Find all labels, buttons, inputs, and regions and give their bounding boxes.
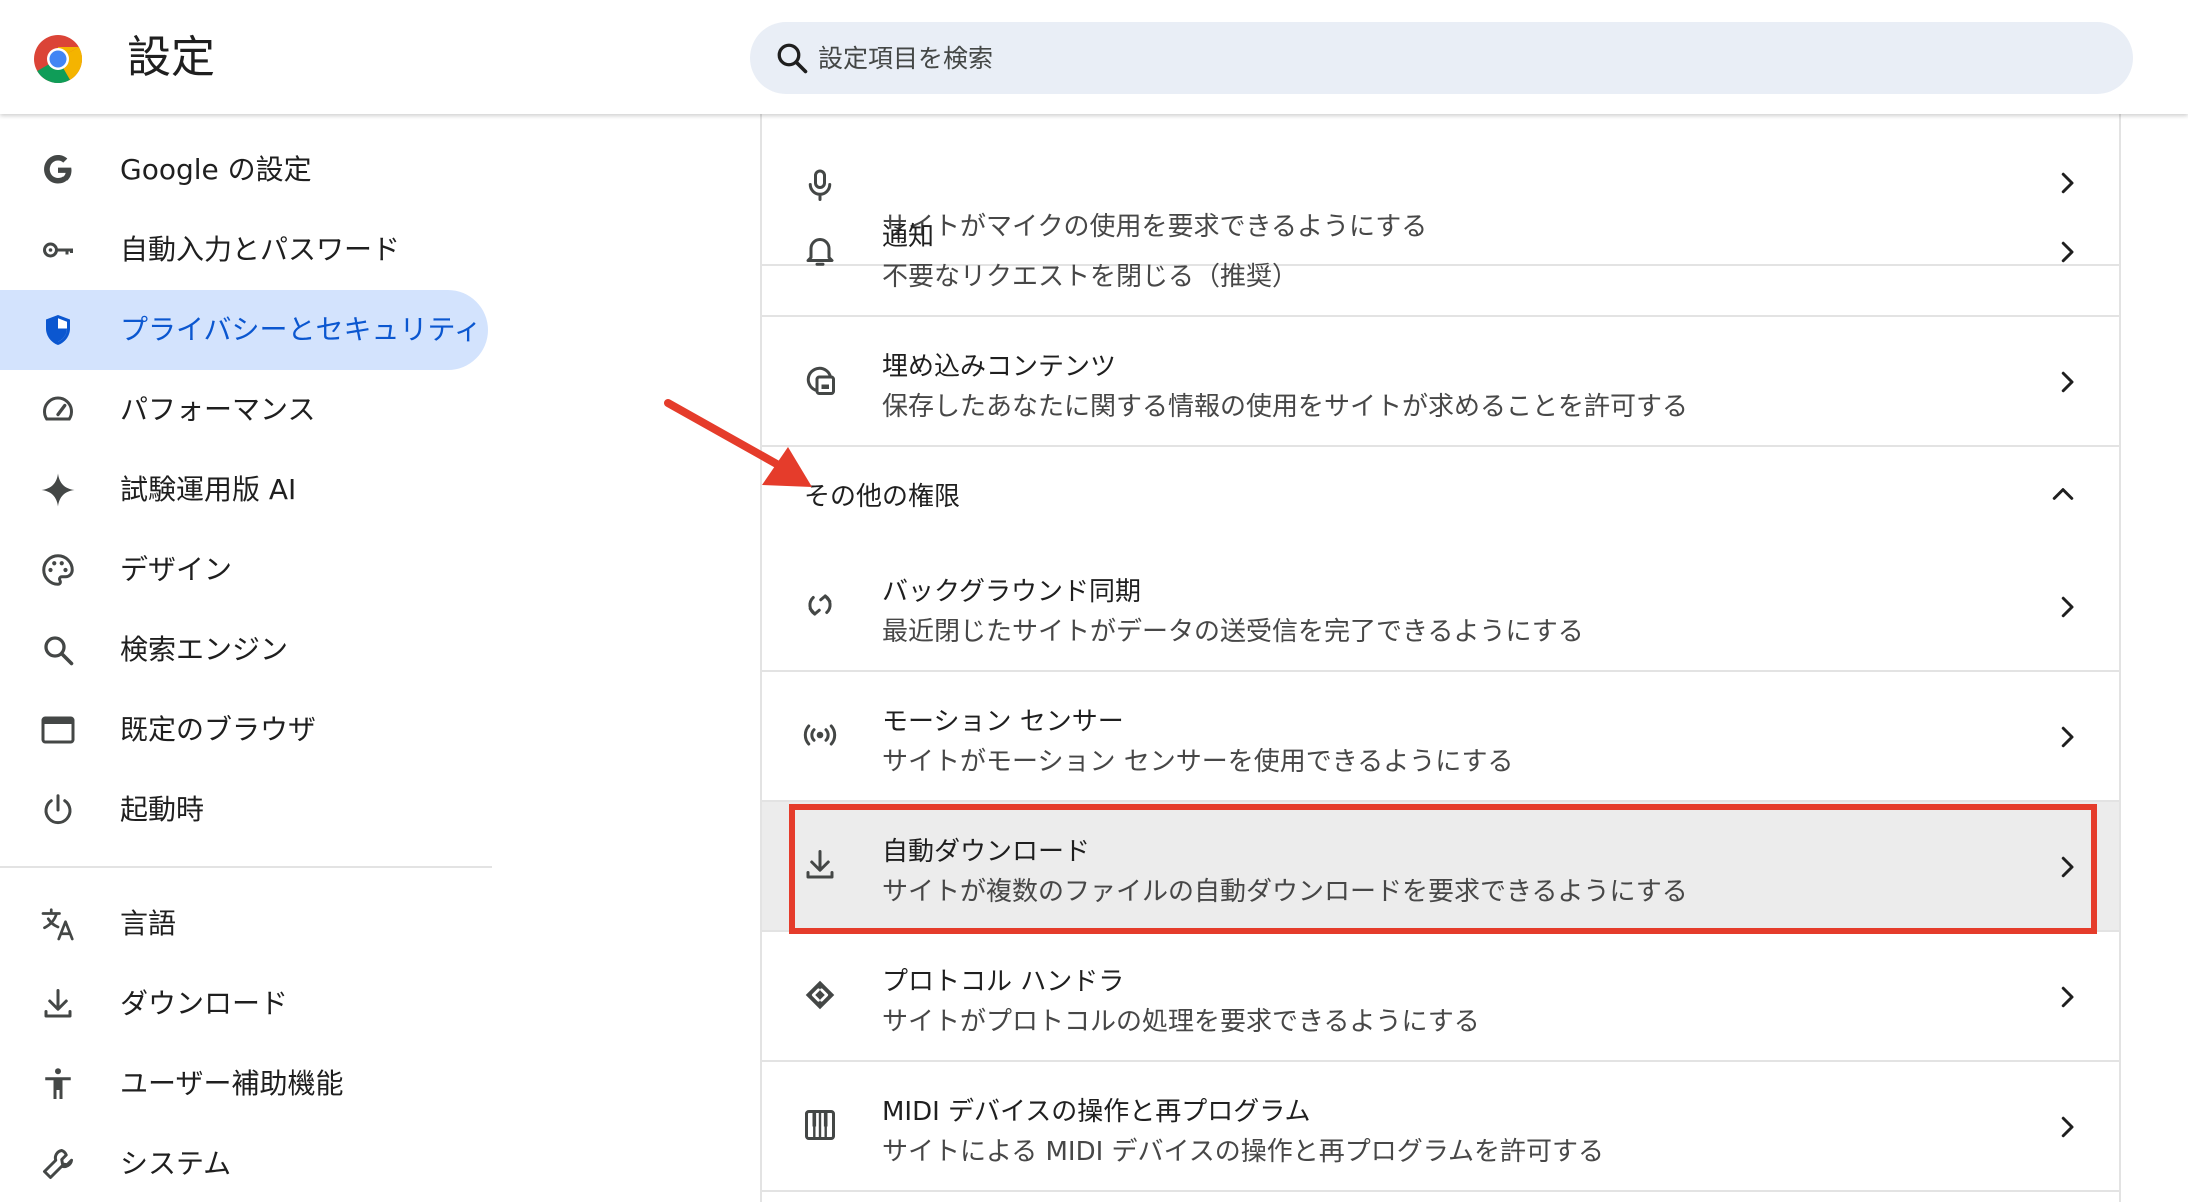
sidebar-item-label: プライバシーとセキュリティ xyxy=(120,313,482,346)
setting-row-subtitle: サイトがプロトコルの処理を要求できるようにする xyxy=(882,1007,1480,1037)
page-title: 設定 xyxy=(127,32,215,83)
chevron-up-icon xyxy=(2052,488,2074,500)
protocol-handler-icon xyxy=(805,980,835,1010)
search-icon xyxy=(44,636,74,666)
setting-row-midi-devices[interactable]: MIDI デバイスの操作と再プログラム サイトによる MIDI デバイスの操作と… xyxy=(762,1062,2119,1192)
sidebar-item-downloads[interactable]: ダウンロード xyxy=(0,964,488,1044)
shield-icon xyxy=(46,315,70,345)
piano-icon xyxy=(805,1110,835,1140)
setting-row-background-sync[interactable]: バックグラウンド同期 最近閉じたサイトがデータの送受信を完了できるようにする xyxy=(762,542,2119,672)
settings-sidebar: Google の設定 自動入力とパスワード プライバシーとセキュリティ パフォー… xyxy=(0,114,500,1202)
section-title: その他の権限 xyxy=(804,482,961,512)
speedometer-icon xyxy=(43,396,73,421)
setting-row-title: プロトコル ハンドラ xyxy=(882,967,1125,997)
setting-row-title: モーション センサー xyxy=(882,707,1124,737)
sidebar-item-label: 言語 xyxy=(120,907,177,940)
sensor-icon xyxy=(803,724,837,746)
sync-icon xyxy=(808,594,832,616)
chevron-right-icon xyxy=(2061,596,2074,618)
chrome-logo-icon xyxy=(34,35,83,84)
sidebar-item-label: Google の設定 xyxy=(120,153,312,186)
setting-row-subtitle: 不要なリクエストを閉じる（推奨） xyxy=(882,262,1299,292)
sidebar-divider xyxy=(0,866,492,868)
sidebar-item-accessibility[interactable]: ユーザー補助機能 xyxy=(0,1044,488,1124)
sidebar-item-label: デザイン xyxy=(120,553,233,586)
setting-row-title: MIDI デバイスの操作と再プログラム xyxy=(882,1097,1311,1127)
setting-row-embedded-content[interactable]: 埋め込みコンテンツ 保存したあなたに関する情報の使用をサイトが求めることを許可す… xyxy=(762,317,2119,447)
wrench-icon xyxy=(43,1149,73,1179)
sidebar-item-search-engine[interactable]: 検索エンジン xyxy=(0,610,488,690)
search-input[interactable] xyxy=(818,22,2098,94)
setting-row-subtitle: サイトによる MIDI デバイスの操作と再プログラムを許可する xyxy=(882,1137,1604,1167)
sidebar-item-label: 検索エンジン xyxy=(120,633,289,666)
embedded-content-icon xyxy=(806,366,835,395)
sidebar-item-privacy[interactable]: プライバシーとセキュリティ xyxy=(0,290,488,370)
sidebar-item-google[interactable]: Google の設定 xyxy=(0,130,488,210)
sidebar-item-label: 既定のブラウザ xyxy=(120,713,317,746)
sidebar-item-label: 試験運用版 AI xyxy=(120,473,297,506)
google-g-icon xyxy=(44,155,72,184)
translate-icon xyxy=(41,908,74,941)
setting-row-title: 埋め込みコンテンツ xyxy=(882,352,1117,382)
setting-row-subtitle: サイトがモーション センサーを使用できるようにする xyxy=(882,747,1514,777)
setting-row-subtitle: 保存したあなたに関する情報の使用をサイトが求めることを許可する xyxy=(882,392,1689,422)
sidebar-item-label: 起動時 xyxy=(120,793,205,826)
setting-row-subtitle: 最近閉じたサイトがデータの送受信を完了できるようにする xyxy=(882,617,1584,647)
sidebar-item-label: ユーザー補助機能 xyxy=(120,1067,344,1100)
palette-icon xyxy=(42,554,74,586)
sidebar-item-appearance[interactable]: デザイン xyxy=(0,530,488,610)
sidebar-item-performance[interactable]: パフォーマンス xyxy=(0,370,488,450)
bell-icon xyxy=(806,238,834,266)
setting-row-motion-sensors[interactable]: モーション センサー サイトがモーション センサーを使用できるようにする xyxy=(762,672,2119,802)
download-icon xyxy=(44,989,72,1018)
setting-row-notifications[interactable]: 通知 不要なリクエストを閉じる（推奨） xyxy=(762,187,2119,317)
sidebar-item-languages[interactable]: 言語 xyxy=(0,884,488,964)
chevron-right-icon xyxy=(2061,371,2074,393)
sidebar-item-label: パフォーマンス xyxy=(120,393,316,426)
sidebar-item-label: システム xyxy=(120,1147,232,1180)
setting-row-title: バックグラウンド同期 xyxy=(882,577,1141,607)
annotation-arrow xyxy=(664,399,812,487)
chevron-right-icon xyxy=(2061,1116,2074,1138)
sidebar-item-experimental-ai[interactable]: 試験運用版 AI xyxy=(0,450,488,530)
accessibility-icon xyxy=(45,1068,71,1099)
sidebar-item-default-browser[interactable]: 既定のブラウザ xyxy=(0,690,488,770)
chevron-right-icon xyxy=(2061,726,2074,748)
more-permissions-toggle[interactable]: その他の権限 xyxy=(762,446,2119,542)
sparkle-icon xyxy=(41,473,75,507)
key-icon xyxy=(43,242,73,258)
sidebar-item-on-startup[interactable]: 起動時 xyxy=(0,770,488,850)
setting-row-protocol-handlers[interactable]: プロトコル ハンドラ サイトがプロトコルの処理を要求できるようにする xyxy=(762,932,2119,1062)
settings-header: 設定 xyxy=(0,0,2188,114)
search-icon xyxy=(777,43,808,74)
sidebar-item-autofill[interactable]: 自動入力とパスワード xyxy=(0,210,488,290)
annotation-highlight-box xyxy=(789,804,2097,934)
sidebar-item-label: ダウンロード xyxy=(120,987,289,1020)
site-settings-card: サイトがマイクの使用を要求できるようにする 通知 不要なリクエストを閉じる（推奨… xyxy=(760,80,2121,1202)
chevron-right-icon xyxy=(2061,986,2074,1008)
search-bar[interactable] xyxy=(750,22,2133,94)
chevron-right-icon xyxy=(2061,241,2074,263)
setting-row-title: 通知 xyxy=(882,222,935,252)
sidebar-item-label: 自動入力とパスワード xyxy=(120,233,401,266)
browser-window-icon xyxy=(41,716,75,744)
power-icon xyxy=(44,794,72,825)
sidebar-item-system[interactable]: システム xyxy=(0,1124,488,1202)
